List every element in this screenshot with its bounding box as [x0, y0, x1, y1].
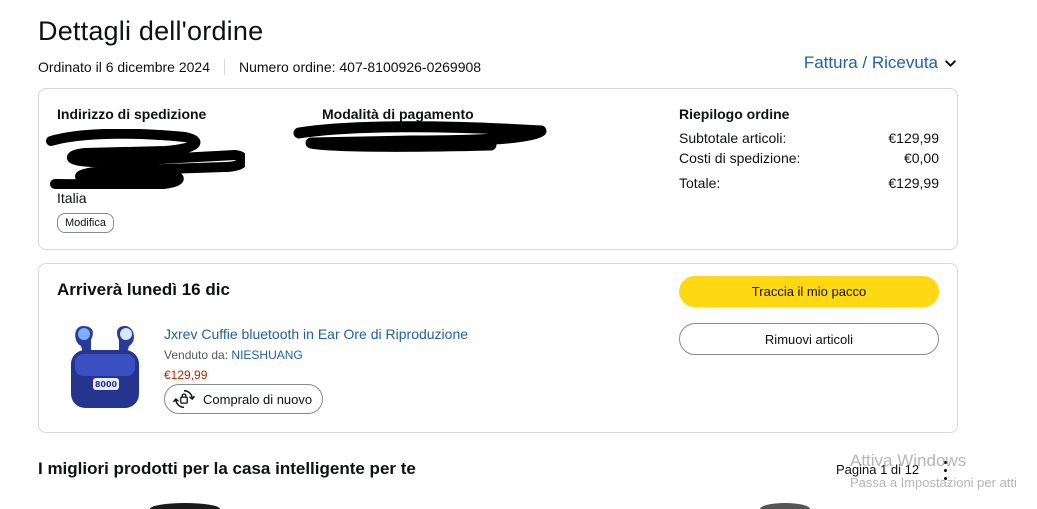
summary-label: Subtotale articoli:: [679, 130, 787, 146]
order-number: Numero ordine: 407-8100926-0269908: [239, 59, 482, 75]
shipping-address-heading: Indirizzo di spedizione: [57, 106, 207, 122]
product-image[interactable]: 8000: [65, 316, 145, 416]
order-summary-heading: Riepilogo ordine: [679, 106, 790, 122]
seller-link[interactable]: NIESHUANG: [231, 348, 302, 362]
buy-again-icon: [173, 390, 195, 408]
page-title: Dettagli dell'ordine: [38, 16, 264, 46]
case-display-text: 8000: [95, 380, 118, 389]
seller-prefix: Venduto da:: [164, 348, 232, 362]
invoice-link-label: Fattura / Ricevuta: [803, 53, 938, 72]
summary-label: Costi di spedizione:: [679, 150, 801, 166]
redacted-payment-scribble: [293, 121, 547, 152]
invoice-dropdown[interactable]: Fattura / Ricevuta: [804, 53, 957, 73]
summary-row-subtotal: Subtotale articoli: €129,99: [679, 130, 939, 146]
track-package-button[interactable]: Traccia il mio pacco: [679, 276, 939, 307]
summary-label: Totale:: [679, 175, 721, 191]
recommendations-heading: I migliori prodotti per la casa intellig…: [38, 459, 416, 478]
delivery-card: Arriverà lunedì 16 dic 8000 Jxrev Cuffie…: [38, 263, 958, 433]
buy-again-label: Compralo di nuovo: [203, 391, 313, 407]
pagination-label: Pagina 1 di 12: [836, 462, 920, 477]
order-meta: Ordinato il 6 dicembre 2024 Numero ordin…: [38, 59, 481, 75]
summary-value: €129,99: [888, 175, 939, 191]
shipping-country: Italia: [57, 190, 87, 206]
product-title-link[interactable]: Jxrev Cuffie bluetooth in Ear Ore di Rip…: [164, 326, 468, 342]
watermark-line-2: Passa a Impostazioni per atti: [850, 475, 1017, 490]
seller-info: Venduto da: NIESHUANG: [164, 348, 303, 362]
summary-row-total: Totale: €129,99: [679, 175, 939, 191]
summary-value: €0,00: [903, 150, 939, 166]
summary-value: €129,99: [888, 130, 939, 146]
buy-again-button[interactable]: Compralo di nuovo: [164, 384, 324, 414]
summary-row-shipping: Costi di spedizione: €0,00: [679, 150, 939, 166]
modify-address-button[interactable]: Modifica: [57, 213, 114, 233]
more-options-icon[interactable]: [940, 458, 950, 482]
order-info-card: Indirizzo di spedizione Italia Modifica …: [38, 88, 958, 250]
product-thumbnail-peek[interactable]: [760, 503, 810, 509]
delivery-heading: Arriverà lunedì 16 dic: [57, 280, 230, 299]
chevron-down-icon: [945, 59, 956, 67]
meta-divider: [224, 59, 225, 75]
remove-items-button[interactable]: Rimuovi articoli: [679, 323, 939, 355]
product-price: €129,99: [164, 368, 208, 382]
redacted-address-scribble: [46, 129, 245, 189]
order-date: Ordinato il 6 dicembre 2024: [38, 59, 210, 75]
product-thumbnail-peek[interactable]: [150, 503, 220, 509]
